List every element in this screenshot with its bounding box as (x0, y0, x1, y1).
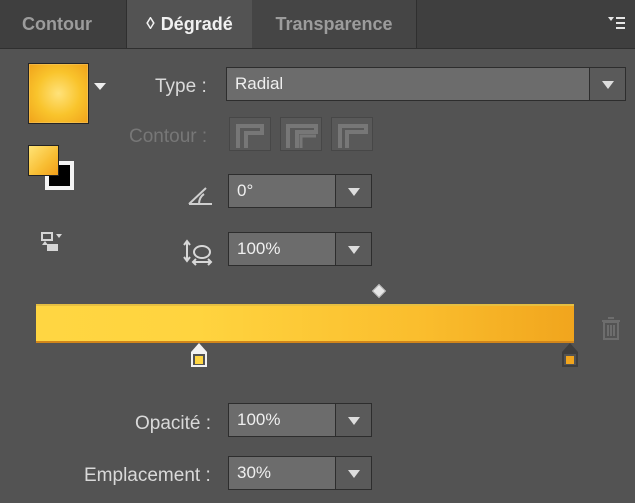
fill-swatch[interactable] (28, 145, 59, 176)
gradient-swatch[interactable] (28, 63, 89, 124)
tab-degrade-label: Dégradé (160, 13, 233, 34)
aspect-ratio-value: 100% (237, 239, 281, 258)
panel-tab-bar: Contour ◊ Dégradé Transparence (0, 0, 635, 49)
tab-contour-label: Contour (22, 13, 92, 34)
type-value: Radial (235, 74, 284, 93)
location-dropdown[interactable]: 30% (228, 456, 372, 490)
gradient-stop-right[interactable] (561, 343, 579, 367)
tab-expand-icon: ◊ (146, 14, 155, 33)
angle-value: 0° (237, 181, 254, 200)
location-value: 30% (237, 463, 272, 482)
tab-transparence[interactable]: Transparence (252, 0, 417, 48)
gradient-panel: Contour ◊ Dégradé Transparence Type : Ra… (0, 0, 635, 503)
tab-degrade[interactable]: ◊ Dégradé (126, 0, 253, 48)
stroke-along-button (280, 117, 322, 151)
gradient-swatch-menu-icon[interactable] (94, 83, 106, 90)
aspect-ratio-dropdown[interactable]: 100% (228, 232, 372, 266)
type-dropdown[interactable]: Radial (226, 67, 626, 101)
type-dropdown-button[interactable] (589, 68, 625, 100)
opacity-dropdown-button[interactable] (335, 404, 371, 436)
gradient-slider[interactable] (36, 304, 574, 343)
type-label: Type : (155, 76, 207, 97)
angle-dropdown[interactable]: 0° (228, 174, 372, 208)
stroke-within-icon (236, 124, 264, 148)
stroke-along-icon (286, 124, 318, 148)
gradient-stop-left[interactable] (190, 343, 208, 367)
trash-icon[interactable] (600, 315, 622, 343)
opacity-dropdown[interactable]: 100% (228, 403, 372, 437)
panel-menu-icon[interactable] (605, 12, 627, 34)
opacity-label: Opacité : (135, 413, 212, 434)
aspect-ratio-dropdown-button[interactable] (335, 233, 371, 265)
location-dropdown-button[interactable] (335, 457, 371, 489)
angle-dropdown-button[interactable] (335, 175, 371, 207)
contour-label: Contour : (129, 126, 208, 147)
aspect-ratio-icon (183, 239, 213, 266)
tab-contour[interactable]: Contour (0, 0, 126, 48)
location-label: Emplacement : (84, 465, 211, 486)
stroke-across-icon (338, 124, 368, 148)
stroke-across-button (331, 117, 373, 151)
gradient-stop-right-color (566, 356, 574, 364)
tab-transparence-label: Transparence (275, 13, 393, 34)
angle-icon (188, 187, 212, 205)
gradient-stop-left-color (195, 356, 203, 364)
gradient-midpoint-handle[interactable] (371, 283, 387, 299)
stroke-within-button (229, 117, 271, 151)
opacity-value: 100% (237, 410, 281, 429)
reverse-gradient-icon[interactable] (39, 229, 65, 255)
